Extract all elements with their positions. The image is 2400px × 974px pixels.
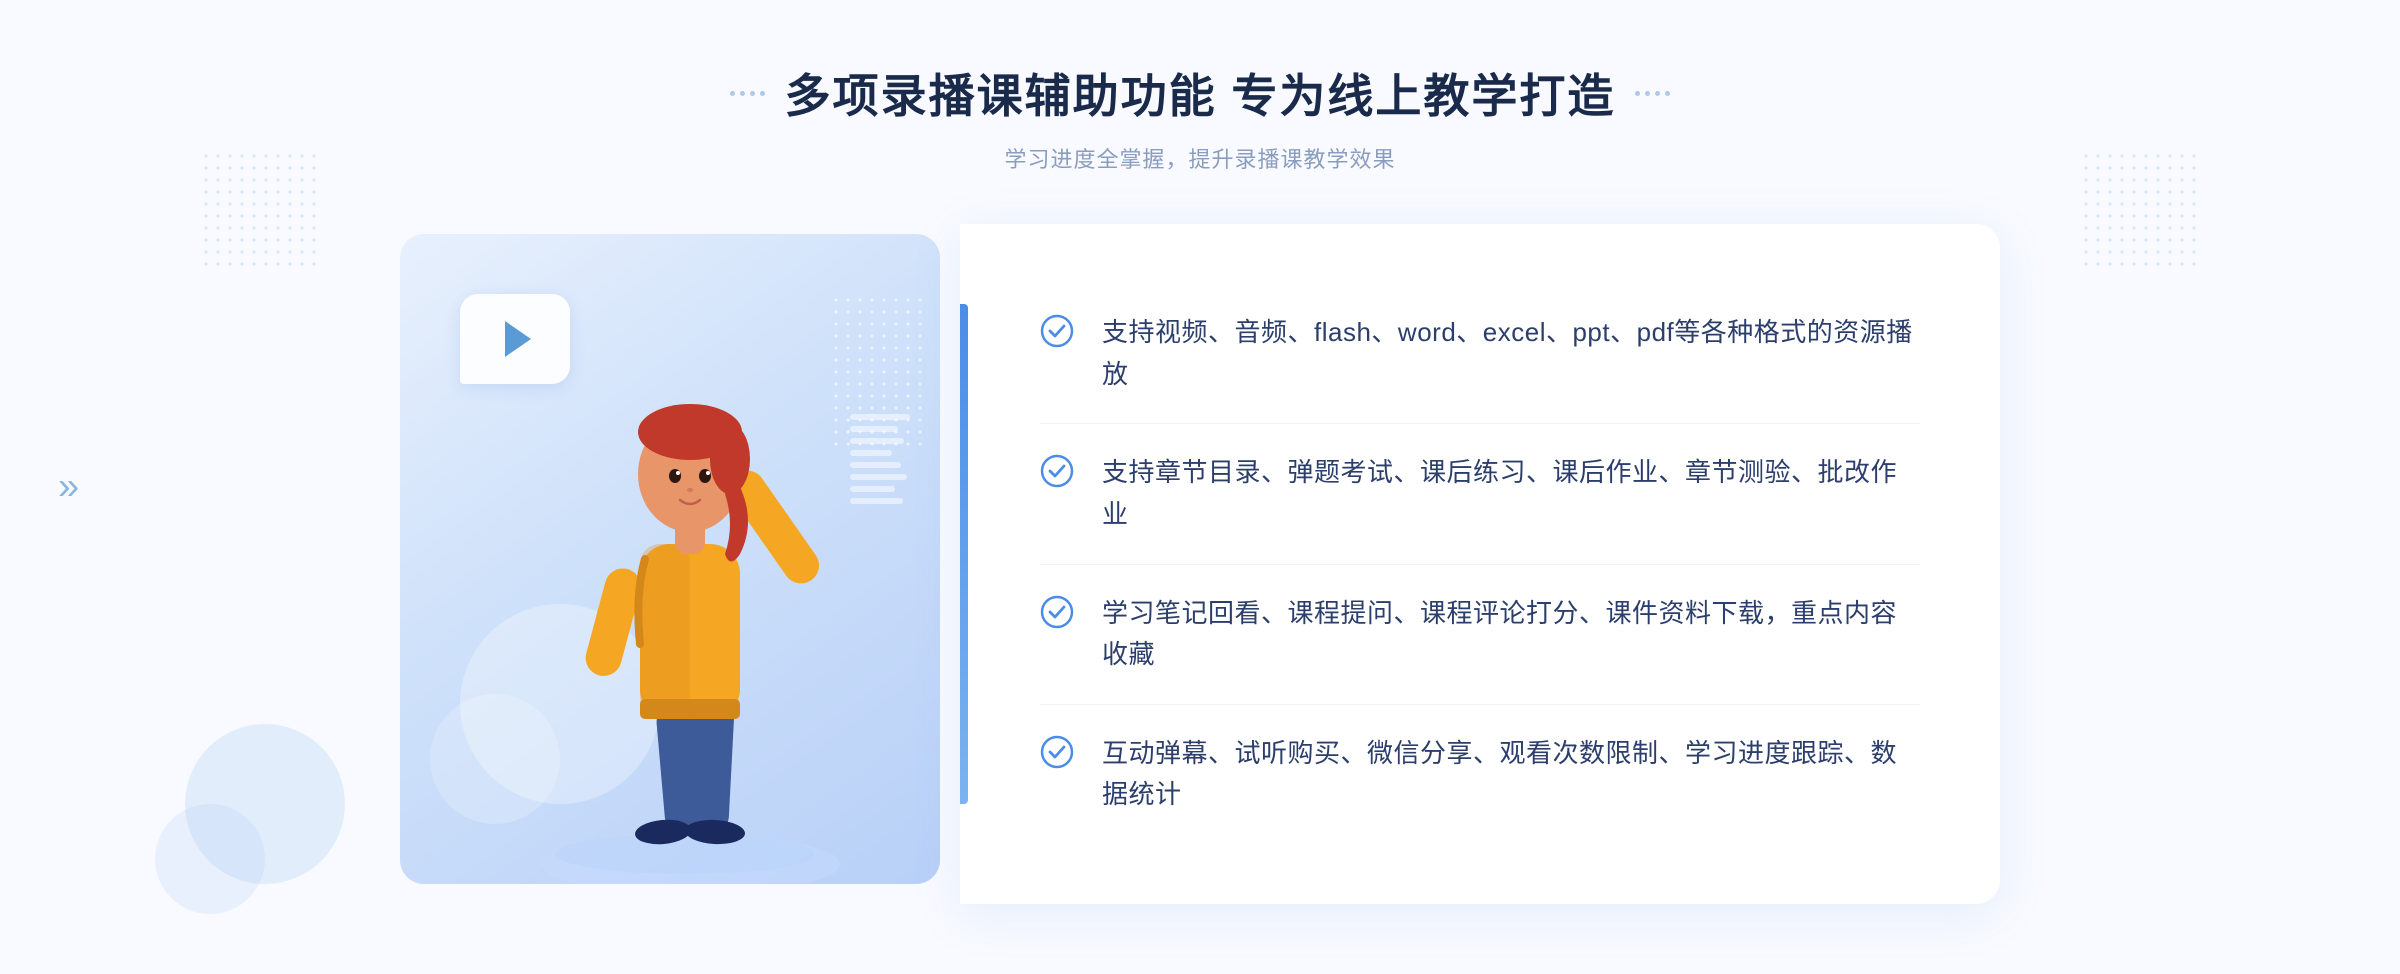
check-circle-icon-1	[1040, 314, 1074, 348]
check-circle-icon-2	[1040, 454, 1074, 488]
feature-item-4: 互动弹幕、试听购买、微信分享、观看次数限制、学习进度跟踪、数据统计	[1040, 705, 1920, 844]
dot-pattern-top-left	[200, 150, 320, 270]
feature-text-4: 互动弹幕、试听购买、微信分享、观看次数限制、学习进度跟踪、数据统计	[1102, 733, 1920, 816]
check-circle-icon-4	[1040, 735, 1074, 769]
page-title: 多项录播课辅助功能 专为线上教学打造	[785, 60, 1616, 126]
page-container: » 多项录播课辅助功能 专为线上教学打造 学习进度全掌握，提升录播课教学效果	[0, 0, 2400, 974]
feature-item-1: 支持视频、音频、flash、word、excel、ppt、pdf等各种格式的资源…	[1040, 284, 1920, 424]
deco-circle-bottom-left-2	[155, 804, 265, 914]
right-features-panel: 支持视频、音频、flash、word、excel、ppt、pdf等各种格式的资源…	[960, 224, 2000, 904]
feature-text-2: 支持章节目录、弹题考试、课后练习、课后作业、章节测验、批改作业	[1102, 452, 1920, 535]
illustration-svg	[500, 284, 880, 884]
left-panel	[400, 224, 980, 904]
image-background	[400, 234, 940, 884]
chevron-left-icon: »	[58, 466, 71, 509]
figure-container	[500, 284, 880, 884]
decorator-dots-left	[730, 91, 765, 96]
header-section: 多项录播课辅助功能 专为线上教学打造 学习进度全掌握，提升录播课教学效果	[730, 60, 1671, 174]
content-area: 支持视频、音频、flash、word、excel、ppt、pdf等各种格式的资源…	[400, 224, 2000, 904]
check-circle-icon-3	[1040, 595, 1074, 629]
dot-pattern-top-right	[2080, 150, 2200, 270]
header-decorators: 多项录播课辅助功能 专为线上教学打造	[730, 60, 1671, 126]
decorator-dots-right	[1635, 91, 1670, 96]
feature-item-2: 支持章节目录、弹题考试、课后练习、课后作业、章节测验、批改作业	[1040, 424, 1920, 564]
page-subtitle: 学习进度全掌握，提升录播课教学效果	[730, 142, 1671, 174]
feature-text-3: 学习笔记回看、课程提问、课程评论打分、课件资料下载，重点内容收藏	[1102, 593, 1920, 676]
feature-text-1: 支持视频、音频、flash、word、excel、ppt、pdf等各种格式的资源…	[1102, 312, 1920, 395]
feature-item-3: 学习笔记回看、课程提问、课程评论打分、课件资料下载，重点内容收藏	[1040, 565, 1920, 705]
